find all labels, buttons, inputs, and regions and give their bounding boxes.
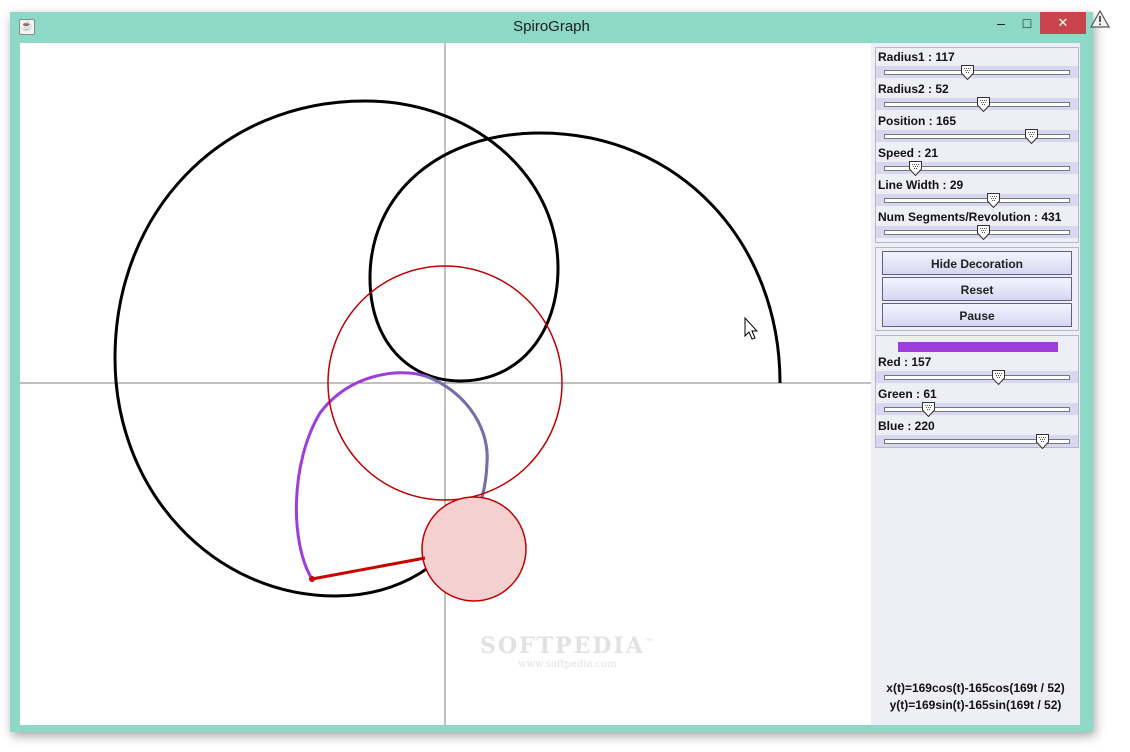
- client-area: SOFTPEDIA™ www.softpedia.com Radius1 : 1…: [20, 43, 1080, 725]
- color-sliders: Red : 157 Green : 61 Blue : 220: [875, 335, 1079, 450]
- reset-button[interactable]: Reset: [882, 277, 1072, 301]
- slider-thumb[interactable]: [977, 225, 991, 241]
- slider-track[interactable]: [884, 70, 1070, 75]
- pen-point: [309, 576, 315, 582]
- slider-thumb[interactable]: [1025, 129, 1039, 145]
- control-panel: Radius1 : 117 Radius2 : 52 Position : 165 S…: [871, 43, 1080, 725]
- drawing-canvas[interactable]: SOFTPEDIA™ www.softpedia.com: [20, 43, 871, 725]
- watermark-url: www.softpedia.com: [518, 659, 617, 670]
- slider-thumb[interactable]: [909, 161, 923, 177]
- geometry-slider-4[interactable]: Speed : 21: [876, 144, 1078, 177]
- mouse-cursor-icon: [744, 316, 759, 340]
- color-slider-label: Green : 61: [878, 387, 937, 401]
- title-bar[interactable]: ☕ SpiroGraph – □ ✕: [10, 12, 1093, 42]
- geometry-slider-5[interactable]: Line Width : 29: [876, 176, 1078, 209]
- window-title: SpiroGraph: [513, 18, 590, 35]
- spirograph-drawing: [20, 43, 871, 725]
- close-button[interactable]: ✕: [1040, 12, 1086, 34]
- color-slider-label: Red : 157: [878, 355, 932, 369]
- curve-fade: [424, 374, 489, 515]
- color-slider-label: Blue : 220: [878, 419, 935, 433]
- geometry-slider-3[interactable]: Position : 165: [876, 112, 1078, 145]
- color-slider-3[interactable]: Blue : 220: [876, 417, 1078, 450]
- equation-y: y(t)=169sin(t)-165sin(169t / 52): [889, 698, 1062, 712]
- action-buttons: Hide Decoration Reset Pause: [875, 247, 1079, 331]
- slider-thumb[interactable]: [986, 193, 1000, 209]
- geometry-slider-label: Line Width : 29: [878, 178, 964, 192]
- geometry-slider-label: Radius1 : 117: [878, 50, 955, 64]
- slider-thumb[interactable]: [992, 370, 1006, 386]
- watermark-tm: ™: [644, 636, 655, 647]
- geometry-slider-label: Speed : 21: [878, 146, 939, 160]
- slider-thumb[interactable]: [977, 97, 991, 113]
- slider-thumb[interactable]: [922, 402, 936, 418]
- equation-x: x(t)=169cos(t)-165cos(169t / 52): [886, 681, 1065, 695]
- hide-decoration-button[interactable]: Hide Decoration: [882, 251, 1072, 275]
- slider-thumb[interactable]: [1036, 434, 1050, 450]
- color-slider-2[interactable]: Green : 61: [876, 385, 1078, 418]
- color-slider-1[interactable]: Red : 157: [876, 353, 1078, 386]
- watermark: SOFTPEDIA™ www.softpedia.com: [480, 633, 655, 670]
- slider-track[interactable]: [884, 198, 1070, 203]
- slider-track[interactable]: [884, 407, 1070, 412]
- geometry-slider-6[interactable]: Num Segments/Revolution : 431: [876, 208, 1078, 241]
- slider-track[interactable]: [884, 375, 1070, 380]
- geometry-slider-label: Position : 165: [878, 114, 957, 128]
- geometry-slider-2[interactable]: Radius2 : 52: [876, 80, 1078, 113]
- warning-icon: [1090, 10, 1110, 28]
- geometry-slider-1[interactable]: Radius1 : 117: [876, 48, 1078, 81]
- geometry-slider-label: Radius2 : 52: [878, 82, 949, 96]
- color-swatch: [898, 342, 1058, 352]
- pause-button[interactable]: Pause: [882, 303, 1072, 327]
- maximize-button[interactable]: □: [1011, 12, 1043, 34]
- slider-thumb[interactable]: [960, 65, 974, 81]
- watermark-brand: SOFTPEDIA: [480, 633, 645, 659]
- slider-track[interactable]: [884, 134, 1070, 139]
- pen-arm: [311, 556, 426, 581]
- geometry-sliders: Radius1 : 117 Radius2 : 52 Position : 165 S…: [875, 47, 1079, 243]
- rolling-disk: [421, 496, 527, 602]
- geometry-slider-label: Num Segments/Revolution : 431: [878, 210, 1062, 224]
